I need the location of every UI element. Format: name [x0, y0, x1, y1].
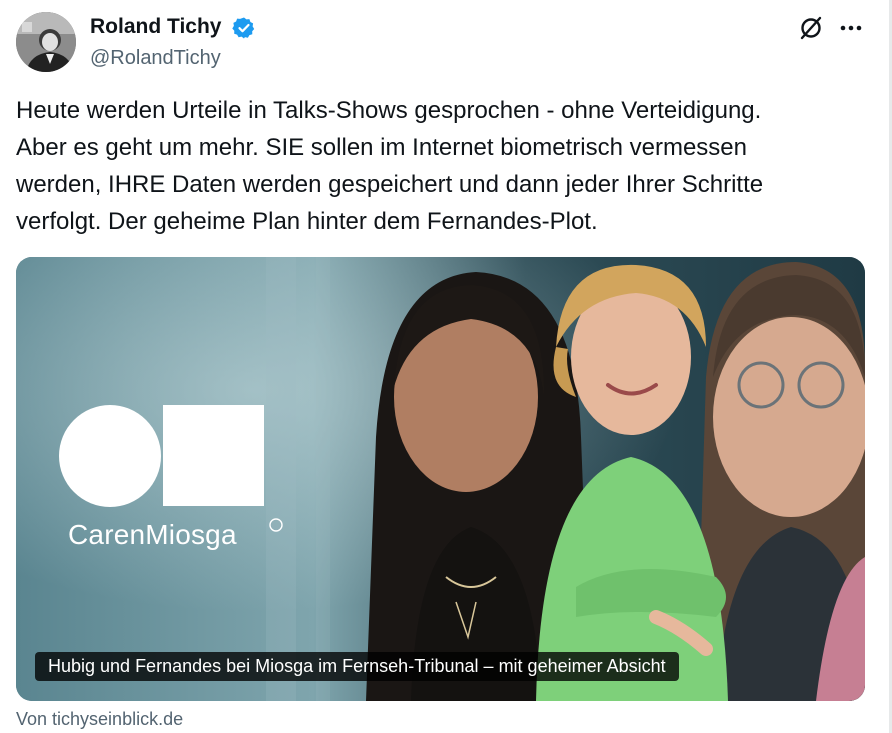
grok-icon[interactable]	[797, 14, 825, 42]
brand-logo-icon	[59, 405, 283, 532]
author-avatar[interactable]	[16, 12, 76, 72]
card-title[interactable]: Hubig und Fernandes bei Miosga im Fernse…	[35, 652, 679, 681]
verified-badge-icon	[232, 17, 255, 39]
card-source-link[interactable]: Von tichyseinblick.de	[16, 707, 183, 731]
tweet-text: Heute werden Urteile in Talks-Shows gesp…	[16, 97, 764, 235]
author-name[interactable]: Roland Tichy	[90, 14, 221, 40]
author-handle[interactable]: @RolandTichy	[90, 45, 221, 71]
more-options-icon[interactable]	[836, 14, 866, 42]
link-card[interactable]: CarenMiosga Hubig und Fernandes bei Mios…	[16, 257, 865, 701]
brand-name: CarenMiosga	[68, 519, 237, 550]
